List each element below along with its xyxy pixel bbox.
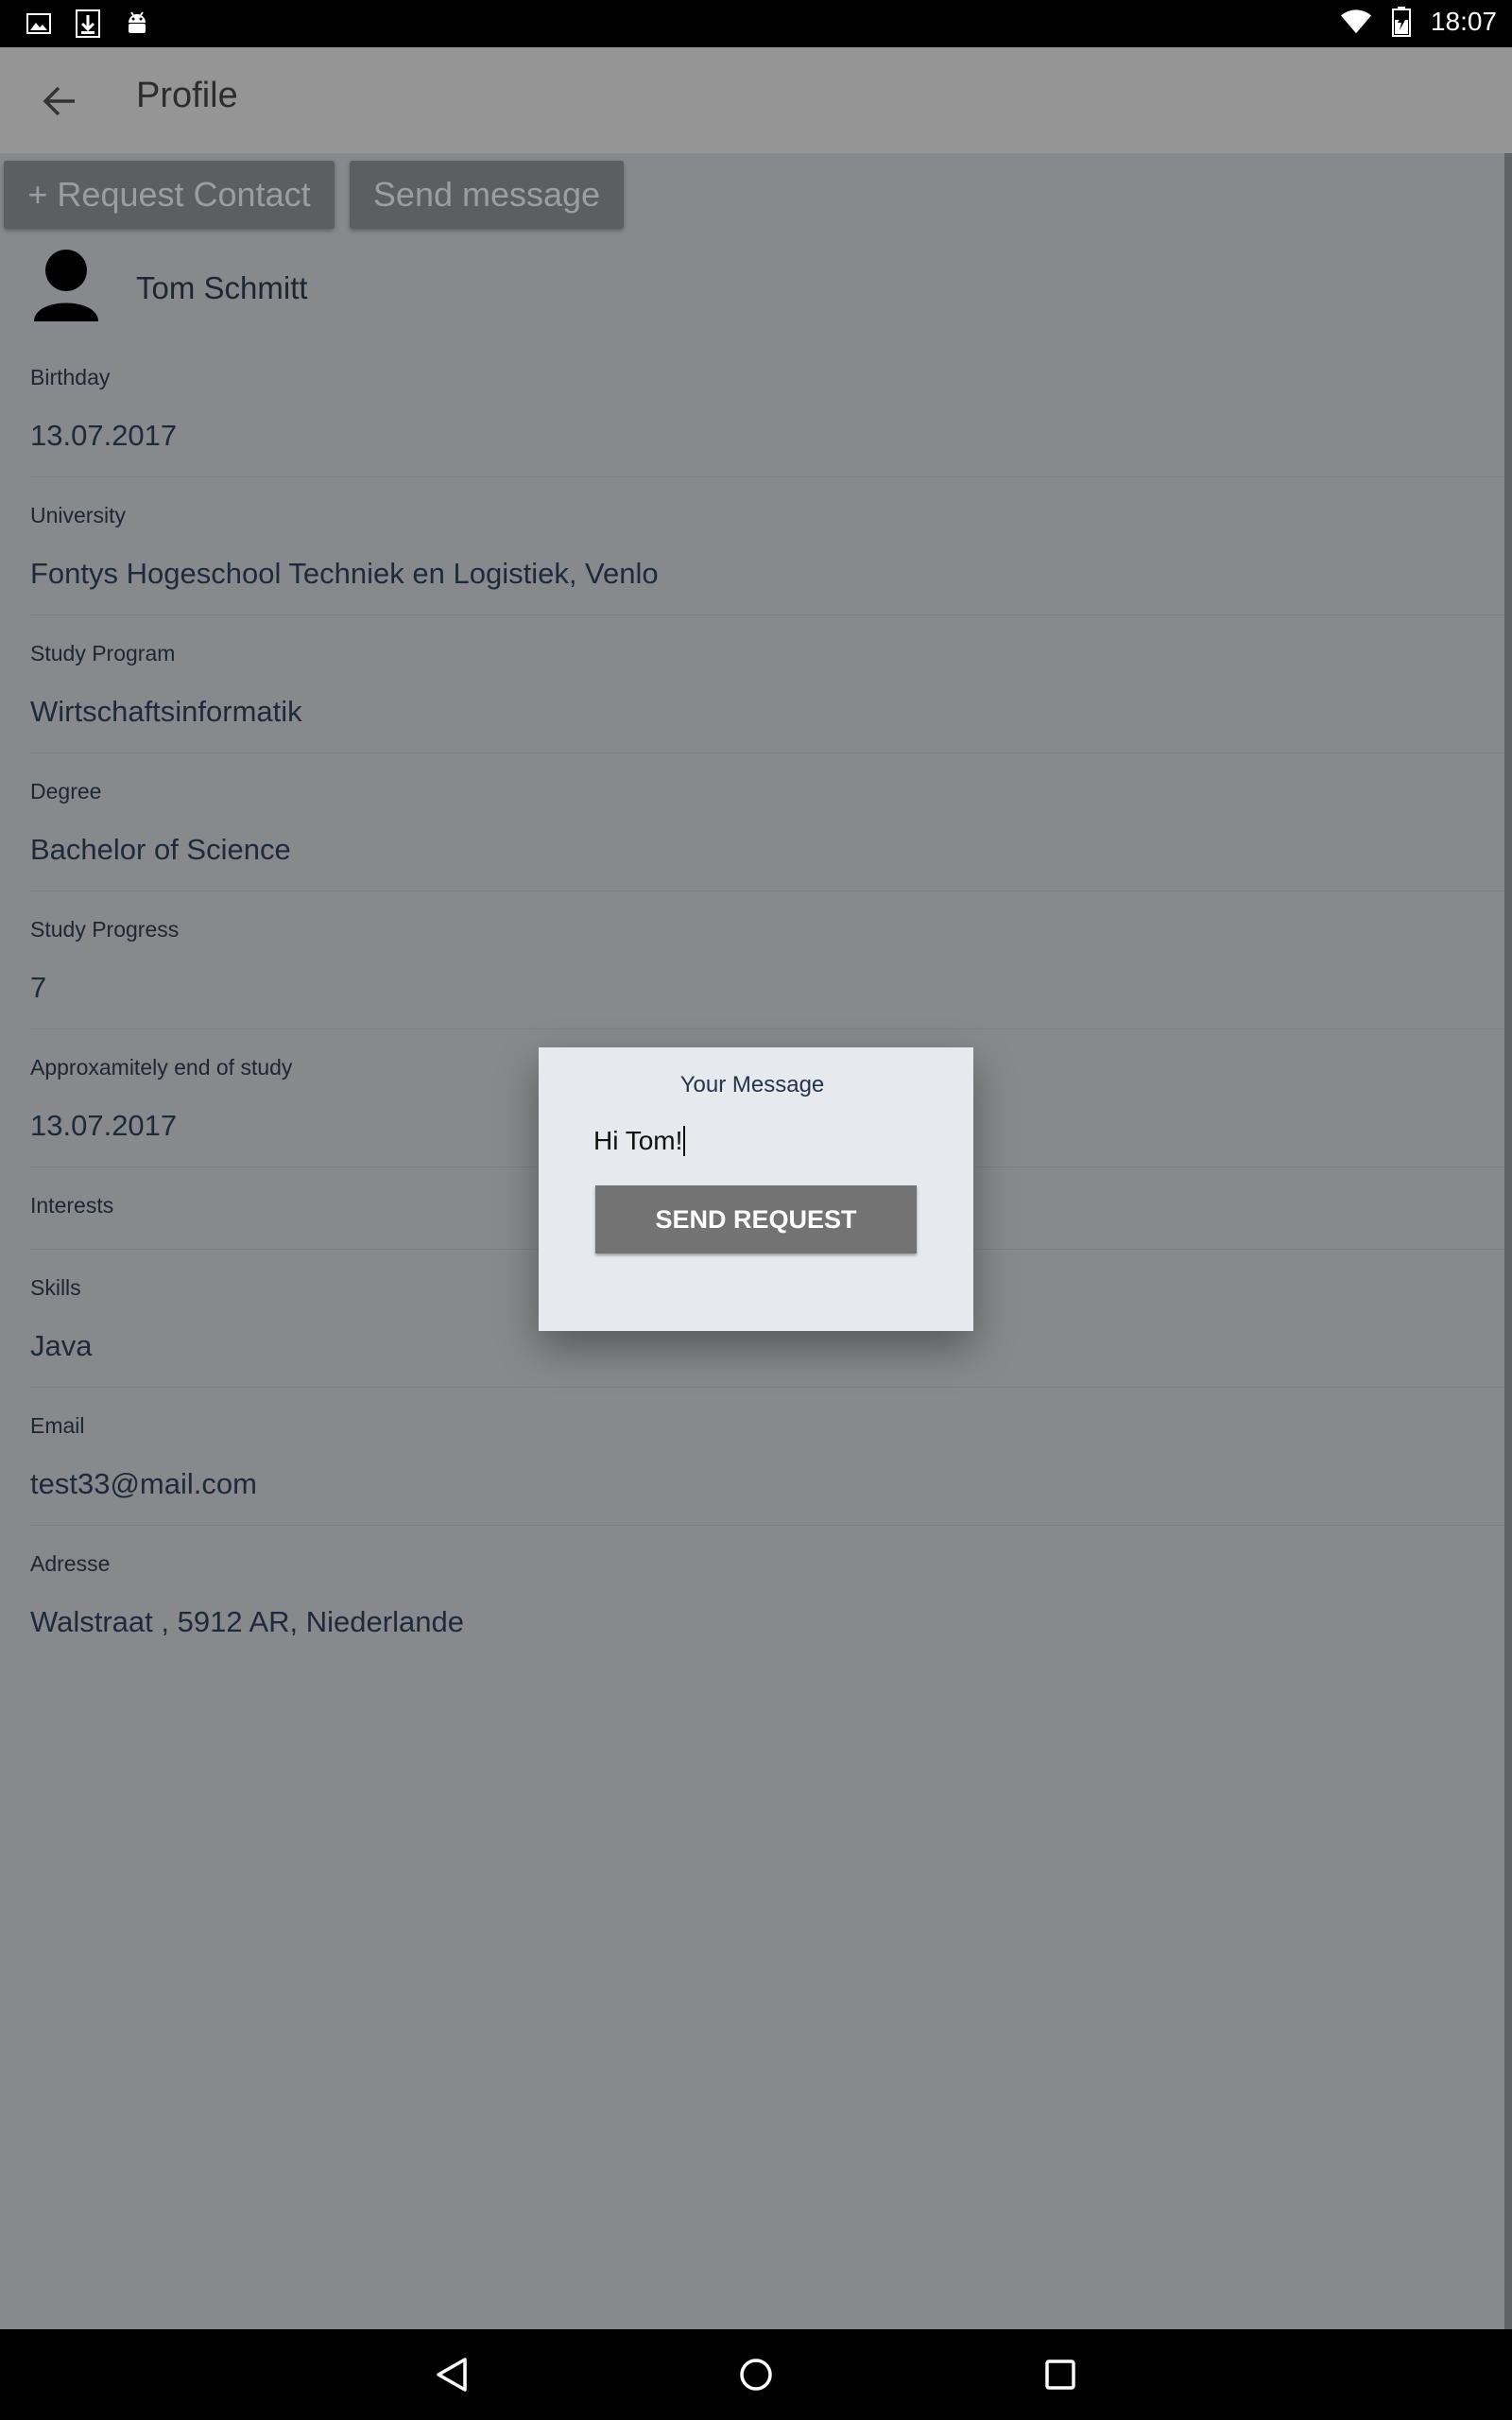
divider [30, 1525, 1504, 1526]
field-degree: Degree Bachelor of Science [30, 779, 1504, 867]
status-time: 18:07 [1430, 7, 1497, 36]
scrollbar[interactable] [1504, 153, 1512, 2329]
status-bar: 18:07 [0, 0, 1512, 47]
battery-icon [1385, 6, 1418, 38]
field-label: Email [30, 1413, 85, 1438]
divider [30, 1028, 1504, 1029]
status-right-icons: 18:07 [1340, 6, 1497, 38]
text-caret [683, 1126, 686, 1156]
divider [30, 614, 1504, 615]
field-value: Fontys Hogeschool Techniek en Logistiek,… [30, 557, 659, 590]
image-icon [23, 8, 55, 40]
field-value: test33@mail.com [30, 1467, 257, 1500]
nav-back-button[interactable] [427, 2350, 476, 2399]
page-title: Profile [136, 76, 238, 115]
request-contact-button[interactable]: + Request Contact [4, 161, 335, 229]
field-label: University [30, 503, 126, 527]
divider [30, 1387, 1504, 1388]
field-study-progress: Study Progress 7 [30, 917, 1504, 1005]
field-label: Adresse [30, 1551, 111, 1576]
field-value: Bachelor of Science [30, 833, 291, 866]
nav-recents-button[interactable] [1036, 2350, 1085, 2399]
profile-name: Tom Schmitt [136, 270, 308, 305]
field-value: 7 [30, 971, 47, 1004]
back-triangle-icon [437, 2358, 467, 2392]
avatar [32, 248, 100, 323]
message-dialog: Your Message Hi Tom! SEND REQUEST [539, 1047, 973, 1331]
field-value: Java [30, 1329, 93, 1362]
home-circle-icon [740, 2359, 772, 2391]
field-label: Degree [30, 779, 102, 804]
divider [30, 476, 1504, 477]
field-value: Walstraat , 5912 AR, Niederlande [30, 1605, 464, 1638]
field-study-program: Study Program Wirtschaftsinformatik [30, 641, 1504, 729]
field-birthday: Birthday 13.07.2017 [30, 365, 1504, 453]
message-input-text: Hi Tom! [593, 1126, 683, 1155]
send-message-button[interactable]: Send message [350, 161, 624, 229]
field-email: Email test33@mail.com [30, 1413, 1504, 1501]
dialog-title: Your Message [679, 1072, 825, 1098]
back-button[interactable] [36, 78, 83, 125]
status-left-icons [23, 8, 153, 40]
field-university: University Fontys Hogeschool Techniek en… [30, 503, 1504, 591]
message-input[interactable]: Hi Tom! [593, 1119, 915, 1163]
nav-home-button[interactable] [731, 2350, 781, 2399]
recents-square-icon [1045, 2360, 1075, 2390]
wifi-icon [1340, 6, 1372, 38]
field-label: Study Progress [30, 917, 180, 942]
field-label: Birthday [30, 365, 111, 389]
android-icon [121, 8, 153, 40]
field-address: Adresse Walstraat , 5912 AR, Niederlande [30, 1551, 1504, 1639]
arrow-back-icon [43, 86, 75, 116]
download-icon [72, 8, 104, 40]
app-bar: Profile [0, 47, 1512, 153]
field-label: Study Program [30, 641, 176, 666]
navigation-bar [0, 2329, 1512, 2420]
field-value: Wirtschaftsinformatik [30, 695, 302, 728]
send-request-button[interactable]: SEND REQUEST [595, 1185, 917, 1253]
divider [30, 890, 1504, 891]
field-value: 13.07.2017 [30, 419, 178, 452]
divider [30, 752, 1504, 753]
